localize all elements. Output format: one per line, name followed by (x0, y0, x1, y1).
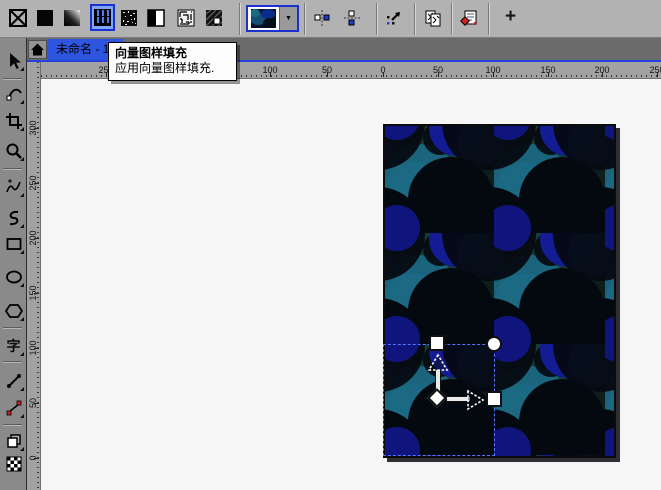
plus-icon: + (505, 6, 516, 27)
shape-tool[interactable] (3, 83, 24, 104)
fountain-fill-icon (63, 9, 81, 27)
tooltip-title: 向量图样填充 (115, 46, 230, 61)
fill-tool[interactable] (3, 430, 24, 451)
vector-pattern-fill-icon (94, 9, 111, 26)
toolbox: 字 (0, 38, 27, 490)
freehand-tool-icon (5, 178, 23, 196)
connector-tool-icon (5, 399, 23, 417)
transparency-tool-icon (5, 455, 23, 473)
toolbox-separator (3, 78, 22, 79)
tooltip: 向量图样填充 应用向量图样填充. (108, 42, 237, 81)
connector-tool[interactable] (3, 397, 24, 418)
texture-fill-button[interactable] (177, 9, 195, 27)
mirror-horizontal-icon (313, 9, 331, 27)
fountain-fill-button[interactable] (63, 9, 81, 27)
postscript-fill-icon (205, 9, 223, 27)
fill-picker-dropdown-button[interactable]: ▼ (279, 7, 297, 30)
edit-fill-icon (460, 9, 478, 27)
toolbox-separator (3, 361, 22, 362)
document-tab-label: 未命名 - 1 (56, 42, 109, 56)
fill-tool-icon (5, 432, 23, 450)
toolbar-separator (451, 3, 452, 35)
zoom-tool-icon (5, 142, 23, 160)
polygon-tool-icon (5, 302, 23, 320)
copy-fill-icon (424, 9, 442, 27)
curve-tool-icon (5, 209, 23, 227)
property-bar: ▼ (0, 0, 661, 38)
crop-tool-icon (5, 112, 23, 130)
line-tool[interactable] (3, 370, 24, 391)
toolbar-separator (304, 3, 305, 35)
line-tool-icon (5, 372, 23, 390)
mirror-tiles-horizontally-button[interactable] (313, 9, 331, 27)
rectangle-tool-icon (5, 235, 23, 253)
fill-picker-swatch[interactable] (248, 7, 279, 30)
uniform-fill-button[interactable] (36, 9, 54, 27)
toolbar-separator (488, 3, 489, 35)
transform-fill-with-object-button[interactable] (385, 9, 403, 27)
mirror-vertical-icon (343, 9, 361, 27)
edit-fill-button[interactable] (460, 9, 478, 27)
mirror-tiles-vertically-button[interactable] (343, 9, 361, 27)
pattern-preview-thumbnail (251, 9, 276, 28)
no-fill-icon (9, 9, 27, 27)
toolbox-separator (3, 327, 22, 328)
tile-right-scale-handle[interactable] (486, 391, 502, 407)
two-color-pattern-fill-button[interactable] (147, 9, 165, 27)
vector-pattern-fill-button[interactable] (90, 4, 115, 31)
skew-right-arrow-icon[interactable] (466, 389, 486, 411)
tile-rotate-handle[interactable] (486, 336, 502, 352)
skew-up-arrow-icon[interactable] (427, 353, 449, 373)
texture-fill-icon (177, 9, 195, 27)
zoom-tool[interactable] (3, 140, 24, 161)
shape-tool-icon (5, 85, 23, 103)
new-fill-button[interactable]: + (503, 10, 518, 25)
toolbox-separator (3, 424, 22, 425)
ellipse-tool-icon (5, 268, 23, 286)
tile-top-scale-handle[interactable] (429, 335, 445, 351)
pick-tool[interactable] (3, 50, 24, 71)
postscript-fill-button[interactable] (205, 9, 223, 27)
tooltip-description: 应用向量图样填充. (115, 61, 230, 76)
home-button[interactable] (28, 40, 47, 59)
polygon-tool[interactable] (3, 300, 24, 321)
two-color-pattern-fill-icon (147, 9, 165, 27)
text-tool[interactable]: 字 (3, 335, 24, 356)
curve-tool[interactable] (3, 207, 24, 228)
uniform-fill-icon (36, 9, 54, 27)
fill-picker[interactable]: ▼ (246, 5, 299, 32)
chevron-down-icon: ▼ (285, 15, 292, 22)
text-tool-icon: 字 (7, 337, 21, 355)
rectangle-tool[interactable] (3, 233, 24, 254)
transform-arrow-icon (385, 9, 403, 27)
crop-tool[interactable] (3, 110, 24, 131)
transparency-tool[interactable] (3, 453, 24, 474)
toolbar-separator (239, 3, 240, 35)
ellipse-tool[interactable] (3, 266, 24, 287)
vertical-ruler[interactable]: 300 250 200 150 100 50 0 (27, 62, 41, 490)
ruler-number: 250 (642, 65, 661, 75)
home-icon (30, 42, 45, 57)
bitmap-pattern-fill-button[interactable] (120, 9, 138, 27)
toolbar-separator (414, 3, 415, 35)
no-fill-button[interactable] (9, 9, 27, 27)
app-window: ▼ (0, 0, 661, 490)
bitmap-pattern-fill-icon (120, 9, 138, 27)
copy-fill-properties-button[interactable] (424, 9, 442, 27)
freehand-tool[interactable] (3, 176, 24, 197)
pick-tool-icon (5, 52, 23, 70)
toolbox-separator (3, 168, 22, 169)
toolbar-separator (376, 3, 377, 35)
